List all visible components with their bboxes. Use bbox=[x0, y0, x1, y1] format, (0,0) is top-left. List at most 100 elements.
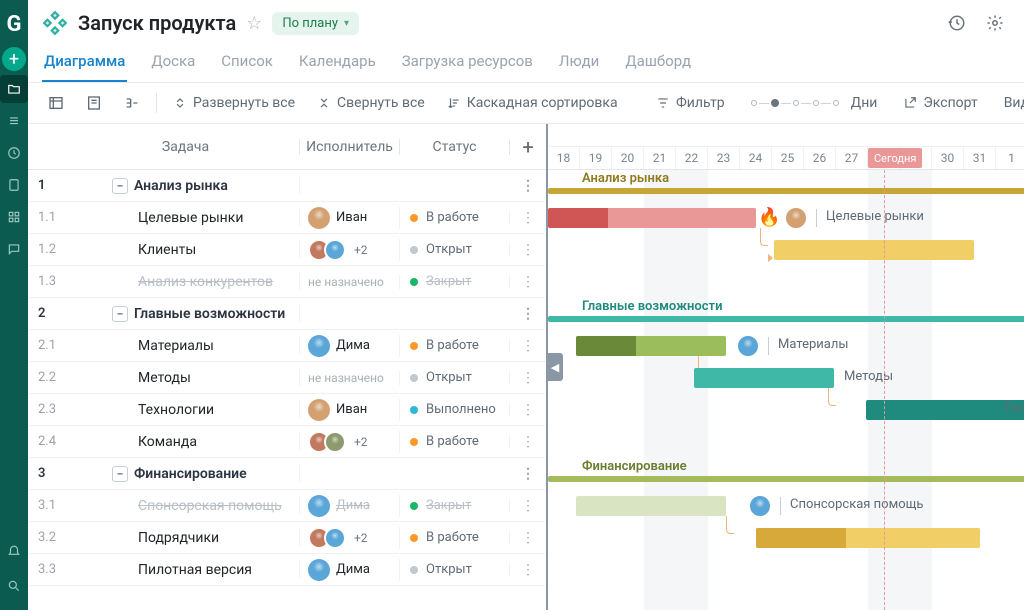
row-menu-icon[interactable]: ⋮ bbox=[510, 466, 546, 482]
today-marker: Сегодня bbox=[868, 148, 922, 168]
sidebar-grid-icon[interactable] bbox=[0, 203, 28, 231]
gantt-bar[interactable] bbox=[576, 336, 726, 356]
sidebar-doc-icon[interactable] bbox=[0, 171, 28, 199]
row-menu-icon[interactable]: ⋮ bbox=[510, 274, 546, 290]
task-row[interactable]: 1.2 Клиенты +2 Открыт ⋮ bbox=[28, 234, 546, 266]
row-menu-icon[interactable]: ⋮ bbox=[510, 210, 546, 226]
expand-all-button[interactable]: Развернуть все bbox=[167, 91, 301, 115]
row-menu-icon[interactable]: ⋮ bbox=[510, 178, 546, 194]
task-row[interactable]: 3.3 Пилотная версия Дима Открыт ⋮ bbox=[28, 554, 546, 586]
project-icon bbox=[42, 10, 68, 36]
task-row[interactable]: 1.1 Целевые рынки Иван В работе ⋮ bbox=[28, 202, 546, 234]
add-column-button[interactable]: + bbox=[510, 135, 546, 159]
columns-icon[interactable] bbox=[42, 91, 70, 115]
task-row[interactable]: 3.2 Подрядчики +2 В работе ⋮ bbox=[28, 522, 546, 554]
row-menu-icon[interactable]: ⋮ bbox=[510, 434, 546, 450]
gantt-dates: 18 19 20 21 22 23 24 25 26 27 28 29 30 3… bbox=[548, 147, 1024, 169]
avatar bbox=[308, 335, 330, 357]
task-row[interactable]: 2.3 Технологии Иван Выполнено ⋮ bbox=[28, 394, 546, 426]
toolbar: Развернуть все Свернуть все Каскадная со… bbox=[28, 83, 1024, 124]
export-button[interactable]: Экспорт bbox=[897, 91, 983, 115]
col-task[interactable]: Задача bbox=[72, 139, 300, 155]
task-row[interactable]: 2.1 Материалы Дима В работе ⋮ bbox=[28, 330, 546, 362]
gantt-chart[interactable]: ◀ 18 19 20 21 22 23 24 25 26 27 28 bbox=[548, 124, 1024, 610]
avatar bbox=[308, 207, 330, 229]
project-header: Запуск продукта ☆ По плану ▾ ⋯ bbox=[28, 0, 1024, 42]
task-row[interactable]: 1.3 Анализ конкурентов не назначено Закр… bbox=[28, 266, 546, 298]
gantt-group-bar[interactable] bbox=[548, 316, 1024, 322]
tab-dashboard[interactable]: Дашборд bbox=[623, 46, 693, 82]
gantt-bar[interactable] bbox=[866, 400, 1024, 420]
collapse-icon[interactable]: − bbox=[112, 466, 128, 482]
sidebar-add-button[interactable]: + bbox=[2, 47, 26, 71]
gantt-bar[interactable] bbox=[548, 208, 756, 228]
gantt-bar[interactable] bbox=[694, 368, 834, 388]
group-row[interactable]: 3 −Финансирование ⋮ bbox=[28, 458, 546, 490]
group-row[interactable]: 1 −Анализ рынка ⋮ bbox=[28, 170, 546, 202]
app-logo: G bbox=[7, 8, 22, 43]
app-sidebar: G + ≡ bbox=[0, 0, 28, 610]
sidebar-chat-icon[interactable] bbox=[0, 235, 28, 263]
tab-list[interactable]: Список bbox=[219, 46, 275, 82]
tab-board[interactable]: Доска bbox=[149, 46, 197, 82]
sidebar-menu-icon[interactable]: ≡ bbox=[0, 107, 28, 135]
view-button[interactable]: Вид ▾ bbox=[998, 91, 1024, 115]
avatar bbox=[308, 399, 330, 421]
chevron-down-icon: ▾ bbox=[344, 18, 349, 29]
history-icon[interactable] bbox=[944, 10, 970, 36]
gantt-bar-label: Спонсорская помощь bbox=[790, 497, 923, 512]
row-menu-icon[interactable]: ⋮ bbox=[510, 402, 546, 418]
gantt-bar[interactable] bbox=[576, 496, 726, 516]
avatar bbox=[308, 495, 330, 517]
row-menu-icon[interactable]: ⋮ bbox=[510, 562, 546, 578]
gantt-group-label: Анализ рынка bbox=[582, 171, 669, 186]
task-row[interactable]: 2.2 Методы не назначено Открыт ⋮ bbox=[28, 362, 546, 394]
filter-button[interactable]: Фильтр bbox=[650, 91, 731, 115]
collapse-all-button[interactable]: Свернуть все bbox=[311, 91, 431, 115]
settings-icon[interactable] bbox=[982, 10, 1008, 36]
view-tabs: Диаграмма Доска Список Календарь Загрузк… bbox=[28, 42, 1024, 83]
cascade-sort-button[interactable]: Каскадная сортировка bbox=[441, 91, 624, 115]
group-row[interactable]: 2 −Главные возможности ⋮ bbox=[28, 298, 546, 330]
task-pane-icon[interactable] bbox=[80, 91, 108, 115]
row-menu-icon[interactable]: ⋮ bbox=[510, 242, 546, 258]
collapse-icon[interactable]: − bbox=[112, 306, 128, 322]
overdue-flame-icon: 🔥 bbox=[758, 207, 780, 228]
gantt-bar[interactable] bbox=[756, 528, 980, 548]
gantt-bar-label: Методы bbox=[844, 369, 893, 384]
row-menu-icon[interactable]: ⋮ bbox=[510, 530, 546, 546]
collapse-icon[interactable]: − bbox=[112, 178, 128, 194]
sidebar-bell-icon[interactable] bbox=[0, 538, 28, 566]
sidebar-folder-icon[interactable] bbox=[0, 75, 28, 103]
gantt-avatar bbox=[748, 494, 772, 518]
sidebar-search-icon[interactable] bbox=[0, 572, 28, 600]
gantt-group-label: Главные возможности bbox=[582, 299, 722, 314]
avatar bbox=[308, 559, 330, 581]
today-line bbox=[884, 170, 885, 610]
status-label: По плану bbox=[282, 16, 338, 31]
gantt-avatar bbox=[784, 206, 808, 230]
col-assignee[interactable]: Исполнитель bbox=[300, 139, 400, 155]
gantt-group-bar[interactable] bbox=[548, 188, 1024, 194]
star-icon[interactable]: ☆ bbox=[246, 13, 262, 34]
row-menu-icon[interactable]: ⋮ bbox=[510, 498, 546, 514]
gantt-bar[interactable] bbox=[774, 240, 974, 260]
gantt-group-bar[interactable] bbox=[548, 476, 1024, 482]
project-status-pill[interactable]: По плану ▾ bbox=[272, 12, 359, 35]
row-menu-icon[interactable]: ⋮ bbox=[510, 306, 546, 322]
wbs-icon[interactable] bbox=[118, 91, 146, 115]
tab-calendar[interactable]: Календарь bbox=[297, 46, 378, 82]
sidebar-clock-icon[interactable] bbox=[0, 139, 28, 167]
more-icon[interactable]: ⋯ bbox=[1020, 10, 1024, 36]
col-status[interactable]: Статус bbox=[400, 139, 510, 155]
tab-people[interactable]: Люди bbox=[557, 46, 601, 82]
task-row[interactable]: 2.4 Команда +2 В работе ⋮ bbox=[28, 426, 546, 458]
task-row[interactable]: 3.1 Спонсорская помощь Дима Закрыт ⋮ bbox=[28, 490, 546, 522]
row-menu-icon[interactable]: ⋮ bbox=[510, 370, 546, 386]
tab-diagram[interactable]: Диаграмма bbox=[42, 46, 127, 82]
task-grid: Задача Исполнитель Статус + 1 −Анализ ры… bbox=[28, 124, 548, 610]
gantt-avatar bbox=[736, 334, 760, 358]
tab-workload[interactable]: Загрузка ресурсов bbox=[400, 46, 535, 82]
zoom-control[interactable]: Дни bbox=[745, 91, 884, 115]
row-menu-icon[interactable]: ⋮ bbox=[510, 338, 546, 354]
